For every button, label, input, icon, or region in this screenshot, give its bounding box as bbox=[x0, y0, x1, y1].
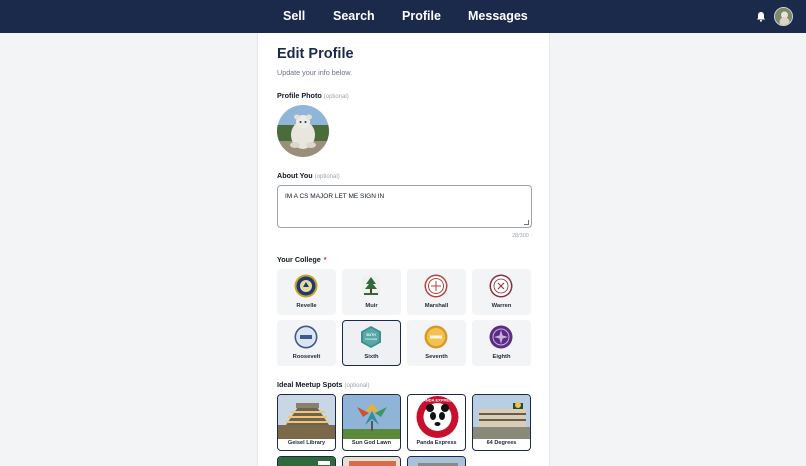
revelle-seal-icon bbox=[294, 274, 318, 298]
roosevelt-seal-icon bbox=[294, 325, 318, 349]
resize-handle-icon[interactable] bbox=[524, 220, 529, 225]
muir-tree-icon bbox=[362, 276, 380, 296]
about-label: About You (optional) bbox=[277, 171, 340, 180]
page-title: Edit Profile bbox=[277, 46, 354, 62]
college-option-eighth[interactable]: Eighth bbox=[472, 320, 531, 366]
college-name: Revelle bbox=[296, 303, 317, 309]
meetup-label-text: Ideal Meetup Spots bbox=[277, 380, 343, 389]
college-name: Marshall bbox=[424, 303, 449, 309]
spot-name: Sun God Lawn bbox=[351, 440, 392, 446]
about-optional: (optional) bbox=[314, 174, 340, 180]
college-option-roosevelt[interactable]: Roosevelt bbox=[277, 320, 336, 366]
college-name: Roosevelt bbox=[292, 354, 321, 360]
college-label: Your College * bbox=[277, 255, 327, 264]
panda-logo-text: PANDA EXPRESS bbox=[421, 398, 455, 403]
seventh-seal-icon bbox=[424, 325, 448, 349]
spot-name: 64 Degrees bbox=[486, 440, 517, 446]
college-name: Warren bbox=[491, 303, 512, 309]
sixth-badge-text-line2: COLLEGE bbox=[365, 337, 378, 341]
college-option-marshall[interactable]: Marshall bbox=[407, 269, 466, 315]
nav-messages[interactable]: Messages bbox=[468, 9, 528, 23]
about-char-counter: 28/300 bbox=[512, 233, 529, 239]
profile-photo-label: Profile Photo (optional) bbox=[277, 91, 349, 100]
nav-profile[interactable]: Profile bbox=[402, 9, 441, 23]
edit-profile-card: Edit Profile Update your info below. Pro… bbox=[257, 33, 550, 466]
page-subtitle: Update your info below. bbox=[277, 68, 353, 77]
warren-seal-icon bbox=[489, 274, 513, 298]
eighth-seal-icon bbox=[489, 325, 513, 349]
meetup-label: Ideal Meetup Spots (optional) bbox=[277, 380, 370, 389]
spot-name: Panda Express bbox=[416, 440, 457, 446]
avatar[interactable] bbox=[774, 7, 793, 26]
college-option-sixth[interactable]: SIXTH COLLEGE Sixth bbox=[342, 320, 401, 366]
geisel-library-image bbox=[278, 395, 335, 439]
college-option-revelle[interactable]: Revelle bbox=[277, 269, 336, 315]
spot-partial-1[interactable] bbox=[277, 456, 336, 466]
spot-geisel-library[interactable]: Geisel Library bbox=[277, 394, 336, 451]
spot-name: Geisel Library bbox=[287, 440, 326, 446]
spot-partial-3[interactable] bbox=[407, 456, 466, 466]
profile-photo-optional: (optional) bbox=[323, 94, 349, 100]
college-name: Eighth bbox=[492, 354, 511, 360]
required-asterisk: * bbox=[323, 255, 327, 264]
college-name: Sixth bbox=[364, 354, 379, 360]
college-label-text: Your College bbox=[277, 255, 321, 264]
spot-partial-3-image bbox=[408, 457, 465, 466]
spot-partial-2-image bbox=[343, 457, 400, 466]
profile-photo[interactable] bbox=[277, 105, 329, 157]
spot-sun-god-lawn[interactable]: Sun God Lawn bbox=[342, 394, 401, 451]
spot-64-degrees[interactable]: 64 Degrees bbox=[472, 394, 531, 451]
meetup-optional: (optional) bbox=[344, 383, 370, 389]
sixth-badge-text: SIXTH bbox=[366, 333, 376, 337]
college-name: Seventh bbox=[425, 354, 448, 360]
panda-express-logo-image: PANDA EXPRESS bbox=[408, 395, 465, 439]
bell-icon[interactable] bbox=[756, 11, 766, 22]
about-textarea[interactable]: IM A CS MAJOR LET ME SIGN IN bbox=[277, 185, 532, 228]
sixth-college-badge-icon: SIXTH COLLEGE bbox=[361, 326, 381, 348]
profile-photo-label-text: Profile Photo bbox=[277, 91, 322, 100]
spot-panda-express[interactable]: PANDA EXPRESS Panda Express bbox=[407, 394, 466, 451]
about-text: IM A CS MAJOR LET ME SIGN IN bbox=[285, 193, 385, 200]
college-option-warren[interactable]: Warren bbox=[472, 269, 531, 315]
spot-partial-1-image bbox=[278, 457, 335, 466]
spot-partial-2[interactable] bbox=[342, 456, 401, 466]
about-label-text: About You bbox=[277, 171, 313, 180]
college-option-muir[interactable]: Muir bbox=[342, 269, 401, 315]
nav-sell[interactable]: Sell bbox=[283, 9, 305, 23]
college-name: Muir bbox=[365, 303, 378, 309]
marshall-seal-icon bbox=[424, 274, 448, 298]
sun-god-image bbox=[343, 395, 400, 439]
nav-search[interactable]: Search bbox=[333, 9, 375, 23]
college-option-seventh[interactable]: Seventh bbox=[407, 320, 466, 366]
top-navbar: Sell Search Profile Messages bbox=[0, 0, 806, 33]
64-degrees-image bbox=[473, 395, 530, 439]
